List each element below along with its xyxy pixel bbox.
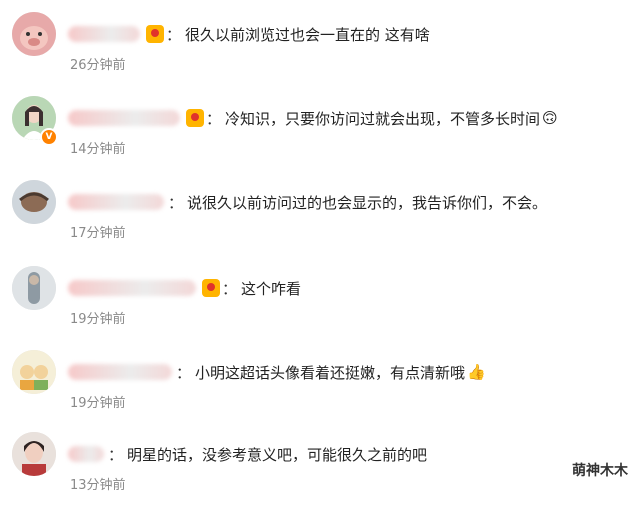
comment-time: 14分钟前 [70,142,126,157]
comment-item: V ： 冷知识，只要你访问过就会出现，不管多长时间 🙃 14分钟前 [0,96,640,178]
verified-badge-icon: V [40,128,58,146]
thumbs-up-icon: 👍 [467,363,486,381]
comment-time: 19分钟前 [70,312,126,327]
username-blurred[interactable] [68,194,164,210]
colon: ： [206,109,222,128]
comment-time: 13分钟前 [70,478,126,493]
comment-item: ： 小明这超话头像看着还挺嫩，有点清新哦 👍 19分钟前 [0,350,640,432]
username-blurred[interactable] [68,26,140,42]
user-avatar[interactable] [12,12,56,56]
upside-down-face-icon: 🙃 [542,109,558,127]
username-blurred[interactable] [68,110,180,126]
comment-text: 这个咋看 [241,279,302,298]
colon: ： [168,193,184,212]
user-avatar[interactable] [12,432,56,476]
fan-badge-icon [186,109,204,127]
username-blurred[interactable] [68,280,196,296]
comment-item: ： 说很久以前访问过的也会显示的，我告诉你们，不会。 17分钟前 [0,180,640,262]
watermark: 萌神木木 [572,463,628,479]
colon: ： [166,25,182,44]
comment-item: ： 明星的话，没参考意义吧，可能很久之前的吧 13分钟前 [0,432,640,514]
user-avatar[interactable] [12,180,56,224]
fan-badge-icon [146,25,164,43]
comment-text: 说很久以前访问过的也会显示的，我告诉你们，不会。 [187,193,548,212]
comment-time: 26分钟前 [70,58,126,73]
comment-text: 小明这超话头像看着还挺嫩，有点清新哦 [195,363,466,382]
username-blurred[interactable] [68,364,172,380]
user-avatar[interactable] [12,350,56,394]
comment-text: 明星的话，没参考意义吧，可能很久之前的吧 [127,445,428,464]
comment-text: 冷知识，只要你访问过就会出现，不管多长时间 [225,109,541,128]
fan-badge-icon [202,279,220,297]
colon: ： [108,445,124,464]
comment-item: ： 很久以前浏览过也会一直在的 这有啥 26分钟前 [0,12,640,94]
username-blurred[interactable] [68,446,104,462]
comment-time: 19分钟前 [70,396,126,411]
colon: ： [222,279,238,298]
comment-text: 很久以前浏览过也会一直在的 这有啥 [185,25,430,44]
comment-time: 17分钟前 [70,226,126,241]
colon: ： [176,363,192,382]
user-avatar[interactable] [12,266,56,310]
comment-item: ： 这个咋看 19分钟前 [0,266,640,348]
